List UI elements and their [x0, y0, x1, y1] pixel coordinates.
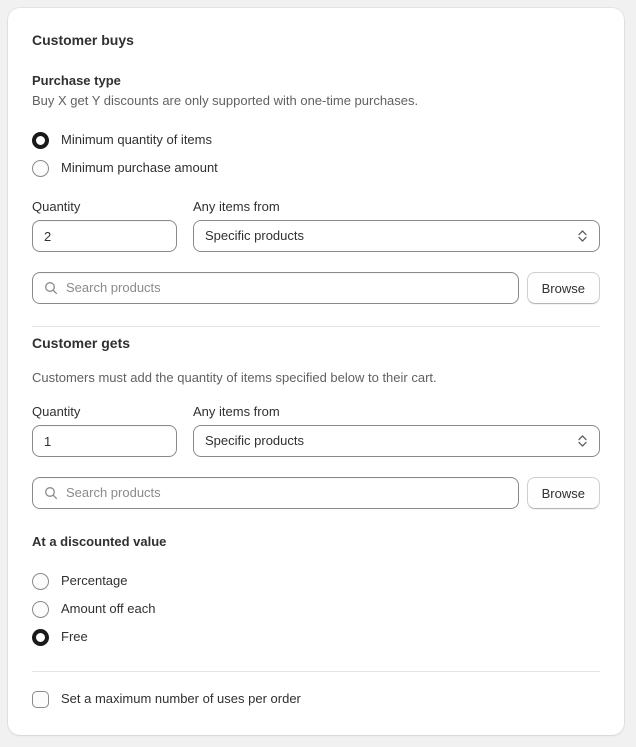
- gets-fields-row: Quantity 1 Any items from Specific produ…: [32, 403, 600, 457]
- checkbox-icon-max-uses[interactable]: [32, 690, 49, 708]
- radio-option-amount-off-each[interactable]: Amount off each: [32, 595, 600, 623]
- max-uses-label: Set a maximum number of uses per order: [61, 691, 301, 706]
- radio-icon-percentage[interactable]: [32, 572, 49, 590]
- gets-quantity-field: Quantity 1: [32, 403, 177, 457]
- buys-fields-row: Quantity 2 Any items from Specific produ…: [32, 198, 600, 252]
- section-divider-buys-gets: [32, 326, 600, 327]
- section-divider-max-uses: [32, 671, 600, 672]
- customer-gets-description: Customers must add the quantity of items…: [32, 370, 437, 385]
- radio-label-free: Free: [61, 629, 88, 644]
- gets-search-placeholder: Search products: [66, 485, 161, 500]
- buys-search-input[interactable]: Search products: [32, 272, 519, 304]
- gets-source-label: Any items from: [193, 404, 280, 419]
- radio-icon-amount-off-each[interactable]: [32, 600, 49, 618]
- chevron-up-down-icon: [577, 433, 588, 449]
- purchase-type-radio-group: Minimum quantity of items Minimum purcha…: [32, 126, 600, 182]
- buys-browse-button[interactable]: Browse: [526, 272, 600, 304]
- radio-label-minimum-quantity: Minimum quantity of items: [61, 132, 212, 147]
- radio-icon-minimum-quantity[interactable]: [32, 131, 49, 149]
- purchase-type-help-text: Buy X get Y discounts are only supported…: [32, 93, 419, 108]
- radio-label-percentage: Percentage: [61, 573, 128, 588]
- buys-search-placeholder: Search products: [66, 280, 161, 295]
- gets-search-row: Search products Browse: [32, 477, 600, 509]
- gets-source-field: Any items from Specific products: [193, 403, 600, 457]
- radio-label-amount-off-each: Amount off each: [61, 601, 156, 616]
- search-icon: [44, 486, 58, 500]
- radio-option-percentage[interactable]: Percentage: [32, 567, 600, 595]
- buys-quantity-label: Quantity: [32, 199, 81, 214]
- gets-search-input[interactable]: Search products: [32, 477, 519, 509]
- radio-icon-minimum-purchase-amount[interactable]: [32, 159, 49, 177]
- customer-buys-title: Customer buys: [32, 32, 134, 48]
- buys-source-field: Any items from Specific products: [193, 198, 600, 252]
- discounted-value-heading: At a discounted value: [32, 534, 167, 549]
- buys-quantity-field: Quantity 2: [32, 198, 177, 252]
- chevron-up-down-icon: [577, 228, 588, 244]
- radio-option-minimum-quantity[interactable]: Minimum quantity of items: [32, 126, 600, 154]
- max-uses-checkbox-row[interactable]: Set a maximum number of uses per order: [32, 690, 600, 708]
- buys-search-row: Search products Browse: [32, 272, 600, 304]
- radio-label-minimum-purchase-amount: Minimum purchase amount: [61, 160, 218, 175]
- search-icon: [44, 281, 58, 295]
- buys-source-value: Specific products: [205, 228, 304, 243]
- radio-option-free[interactable]: Free: [32, 623, 600, 651]
- radio-option-minimum-purchase-amount[interactable]: Minimum purchase amount: [32, 154, 600, 182]
- radio-icon-free[interactable]: [32, 628, 49, 646]
- discounted-value-radio-group: Percentage Amount off each Free: [32, 567, 600, 651]
- buys-source-label: Any items from: [193, 199, 280, 214]
- discount-configuration-card: Customer buys Purchase type Buy X get Y …: [8, 8, 624, 735]
- gets-quantity-label: Quantity: [32, 404, 81, 419]
- gets-source-value: Specific products: [205, 433, 304, 448]
- gets-browse-button[interactable]: Browse: [526, 477, 600, 509]
- page-background: Customer buys Purchase type Buy X get Y …: [0, 0, 636, 747]
- gets-quantity-input[interactable]: 1: [32, 425, 177, 457]
- buys-source-select[interactable]: Specific products: [193, 220, 600, 252]
- gets-source-select[interactable]: Specific products: [193, 425, 600, 457]
- customer-gets-title: Customer gets: [32, 335, 131, 351]
- buys-quantity-input[interactable]: 2: [32, 220, 177, 252]
- purchase-type-label: Purchase type: [32, 73, 121, 88]
